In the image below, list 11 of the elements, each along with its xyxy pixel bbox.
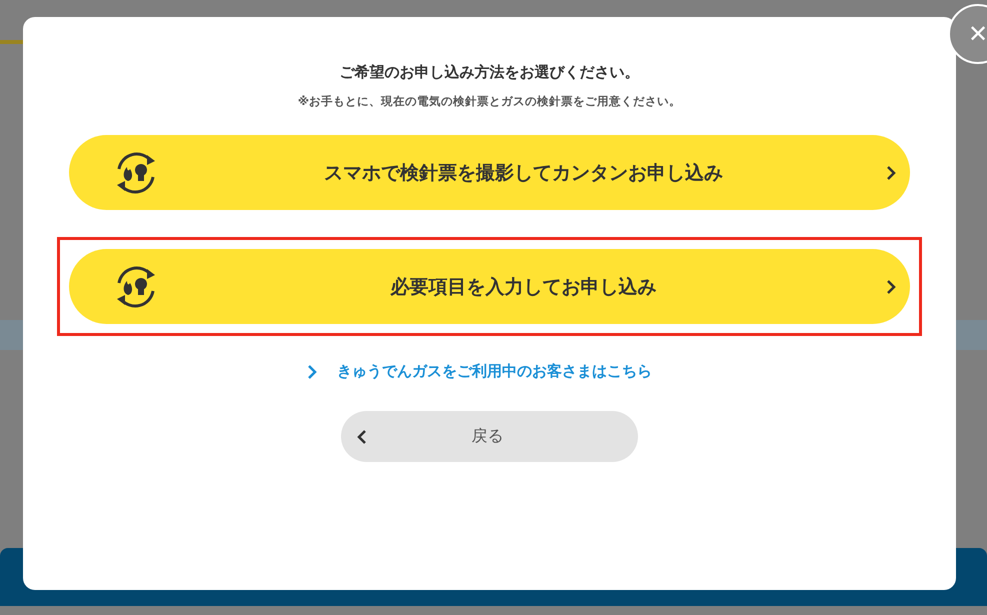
dialog-title: ご希望のお申し込み方法をお選びください。 [340, 63, 640, 82]
chevron-left-icon [357, 428, 367, 444]
option-button[interactable]: スマホで検針票を撮影してカンタンお申し込み [69, 135, 910, 210]
close-button[interactable]: ✕ [948, 4, 987, 64]
option-button[interactable]: 必要項目を入力してお申し込み [69, 249, 910, 324]
existing-customer-link[interactable]: きゅうでんガスをご利用中のお客さまはこちら [307, 362, 652, 381]
chevron-right-icon [886, 278, 896, 294]
back-button[interactable]: 戻る [341, 411, 638, 462]
dialog-note: ※お手もとに、現在の電気の検針票とガスの検針票をご用意ください。 [298, 94, 682, 109]
chevron-right-icon [307, 364, 317, 380]
chevron-right-icon [886, 164, 896, 180]
